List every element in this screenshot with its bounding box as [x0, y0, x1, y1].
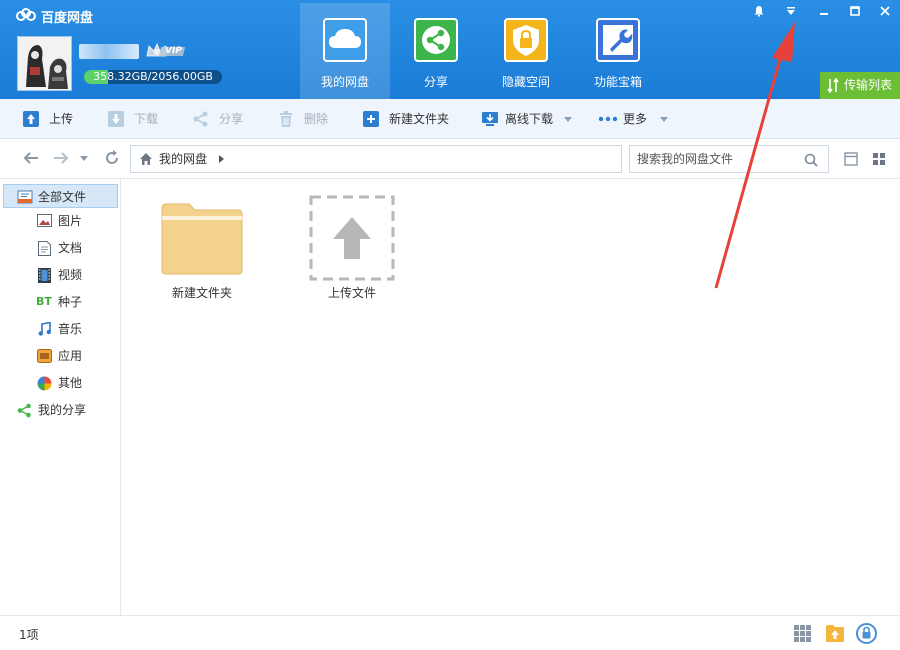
all-files-icon	[17, 190, 33, 204]
safe-lock-icon[interactable]	[856, 623, 877, 644]
username-redacted	[79, 44, 139, 59]
offline-download-button[interactable]: 离线下载	[481, 99, 576, 139]
app-icon	[37, 349, 52, 363]
storage-quota-bar: 358.32GB/2056.00GB	[84, 70, 222, 84]
address-bar-row: 我的网盘	[0, 139, 900, 179]
breadcrumb[interactable]: 我的网盘	[130, 145, 622, 173]
storage-quota-text: 358.32GB/2056.00GB	[93, 70, 213, 83]
minimize-icon[interactable]	[809, 2, 839, 20]
app-title: 百度网盘	[41, 11, 94, 26]
tab-hidden-space[interactable]: 隐藏空间	[481, 3, 571, 99]
refresh-icon[interactable]	[103, 149, 121, 167]
bell-icon[interactable]	[744, 2, 774, 20]
tab-label: 功能宝箱	[593, 75, 642, 89]
grid-view-icon[interactable]	[872, 152, 886, 166]
tab-label: 我的网盘	[320, 75, 369, 89]
search-box	[629, 145, 829, 173]
search-icon[interactable]	[804, 153, 818, 167]
tab-label: 隐藏空间	[501, 75, 550, 89]
list-view-icon[interactable]	[844, 152, 858, 166]
dropdown-menu-icon[interactable]	[776, 2, 806, 20]
close-icon[interactable]	[870, 2, 900, 20]
sidebar-item-videos[interactable]: 视频	[0, 263, 121, 287]
other-icon	[37, 376, 52, 391]
toolbar: 上传 下载 分享 删除 新建文件夹 离线下载 更多	[0, 99, 900, 139]
cloud-icon	[323, 18, 367, 62]
more-dots-icon	[598, 116, 618, 122]
share-icon	[414, 18, 458, 62]
sidebar-item-other[interactable]: 其他	[0, 371, 121, 395]
app-grid-icon[interactable]	[794, 625, 811, 642]
sidebar: 全部文件 图片 文档 视频 BT 种子 音乐 应用 其他 我的分享	[0, 179, 121, 615]
more-button[interactable]: 更多	[598, 99, 673, 139]
new-folder-icon	[363, 111, 379, 127]
chevron-down-icon	[564, 117, 572, 122]
status-bar: 1项	[0, 615, 900, 650]
upload-placeholder-icon	[309, 195, 395, 281]
sidebar-item-my-share[interactable]: 我的分享	[0, 398, 121, 422]
lock-icon	[504, 18, 548, 62]
upload-button[interactable]: 上传	[22, 99, 82, 139]
baidu-netdisk-logo-icon	[16, 8, 36, 21]
breadcrumb-item-my-netdisk[interactable]: 我的网盘	[159, 146, 207, 172]
chevron-down-icon	[660, 117, 668, 122]
sidebar-item-apps[interactable]: 应用	[0, 344, 121, 368]
sidebar-item-all-files[interactable]: 全部文件	[3, 184, 118, 208]
upload-icon	[23, 111, 39, 127]
tab-my-netdisk[interactable]: 我的网盘	[300, 3, 390, 99]
my-share-icon	[17, 403, 31, 418]
file-area: 新建文件夹 上传文件	[121, 179, 900, 615]
history-dropdown-icon[interactable]	[80, 156, 88, 161]
trash-icon	[280, 111, 292, 127]
item-count: 1项	[19, 628, 39, 642]
share-icon	[193, 111, 208, 127]
wrench-icon	[596, 18, 640, 62]
download-button[interactable]: 下载	[107, 99, 167, 139]
avatar[interactable]	[17, 36, 72, 91]
tab-toolbox[interactable]: 功能宝箱	[573, 3, 663, 99]
transfer-list-label: 传输列表	[844, 78, 893, 92]
sidebar-item-music[interactable]: 音乐	[0, 317, 121, 341]
folder-item[interactable]: 新建文件夹	[147, 194, 257, 304]
sidebar-item-torrents[interactable]: BT 种子	[0, 290, 121, 314]
folder-icon	[161, 203, 243, 275]
delete-button[interactable]: 删除	[277, 99, 337, 139]
maximize-icon[interactable]	[840, 2, 870, 20]
avatar-image	[18, 37, 71, 90]
back-arrow-icon[interactable]	[22, 149, 40, 167]
tab-share[interactable]: 分享	[391, 3, 481, 99]
upload-folder-icon[interactable]	[825, 624, 845, 643]
image-icon	[37, 214, 52, 227]
new-folder-button[interactable]: 新建文件夹	[362, 99, 457, 139]
search-input[interactable]	[637, 147, 797, 171]
document-icon	[38, 241, 51, 256]
file-name: 上传文件	[327, 286, 376, 300]
download-icon	[108, 111, 124, 127]
transfer-list-button[interactable]: 传输列表	[820, 72, 900, 99]
sidebar-item-images[interactable]: 图片	[0, 209, 121, 233]
music-icon	[38, 322, 51, 336]
home-icon[interactable]	[139, 152, 153, 166]
tab-label: 分享	[423, 75, 448, 89]
bt-torrent-icon: BT	[36, 295, 52, 308]
breadcrumb-chevron-icon[interactable]	[219, 155, 224, 163]
file-name: 新建文件夹	[171, 286, 232, 300]
share-button[interactable]: 分享	[192, 99, 252, 139]
sidebar-item-documents[interactable]: 文档	[0, 236, 121, 260]
upload-file-item[interactable]: 上传文件	[297, 194, 407, 304]
app-header: 百度网盘 VIP 358.32GB/2056.00GB 我的网盘 分享 隐藏空间…	[0, 0, 900, 99]
vip-label: VIP	[165, 46, 182, 56]
forward-arrow-icon[interactable]	[52, 149, 70, 167]
video-icon	[38, 268, 51, 283]
transfer-arrows-icon	[827, 78, 839, 93]
offline-download-icon	[482, 112, 498, 126]
